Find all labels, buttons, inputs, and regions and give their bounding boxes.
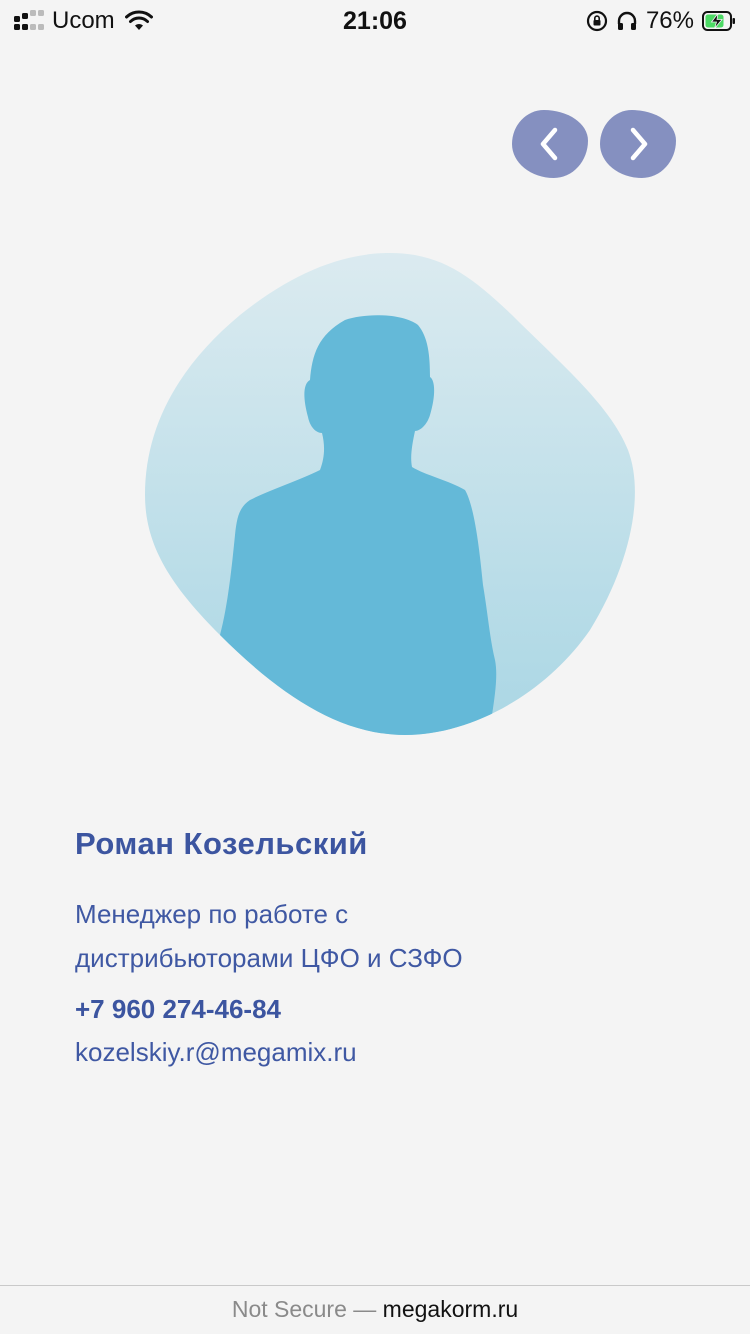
chevron-right-icon xyxy=(630,127,648,161)
browser-address-bar[interactable]: Not Secure — megakorm.ru xyxy=(0,1285,750,1334)
domain-label: megakorm.ru xyxy=(382,1296,519,1322)
page: Ucom 21:06 76% Роман Козельский Менеджер… xyxy=(0,0,750,1334)
profile-card: Роман Козельский Менеджер по работе с ди… xyxy=(75,820,695,1068)
battery-charging-icon xyxy=(702,11,735,31)
headphones-icon xyxy=(617,11,637,30)
job-title-line-2: дистрибьюторами ЦФО и СЗФО xyxy=(75,943,463,973)
avatar xyxy=(145,253,635,735)
next-button[interactable] xyxy=(600,110,676,178)
security-label: Not Secure — xyxy=(231,1296,377,1322)
phone-link[interactable]: +7 960 274-46-84 xyxy=(75,994,695,1025)
email-link[interactable]: kozelskiy.r@megamix.ru xyxy=(75,1037,695,1068)
orientation-lock-icon xyxy=(586,10,608,32)
person-name: Роман Козельский xyxy=(75,826,368,861)
chevron-left-icon xyxy=(540,127,558,161)
status-right: 76% xyxy=(586,7,736,35)
job-title-line-1: Менеджер по работе с xyxy=(75,899,349,929)
status-bar: Ucom 21:06 76% xyxy=(0,0,750,42)
battery-percent: 76% xyxy=(645,7,694,34)
previous-button[interactable] xyxy=(512,110,588,178)
job-title: Менеджер по работе с дистрибьюторами ЦФО… xyxy=(75,892,695,980)
